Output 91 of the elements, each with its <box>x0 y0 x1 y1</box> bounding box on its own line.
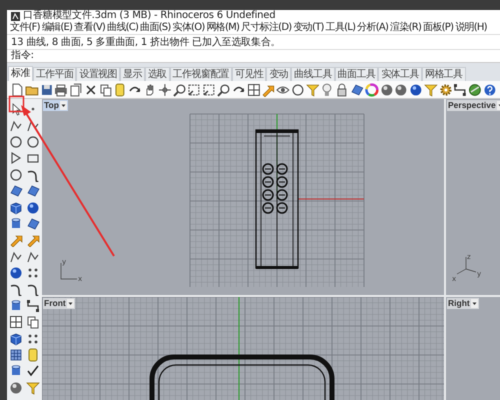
color-wheel-icon[interactable] <box>364 82 379 96</box>
toolbar-tab[interactable]: 变动 <box>266 67 292 81</box>
funnel-icon[interactable] <box>26 380 40 395</box>
toolbar-tab[interactable]: 工作平面 <box>32 67 76 81</box>
globe-icon[interactable] <box>468 82 482 96</box>
triangle-icon[interactable] <box>9 151 23 166</box>
crosshair-icon[interactable] <box>158 82 172 96</box>
command-prompt[interactable]: 指令: <box>11 50 34 62</box>
arrow-icon[interactable] <box>261 82 276 96</box>
curve-icon[interactable] <box>9 282 23 296</box>
bulb-icon[interactable] <box>320 82 334 96</box>
sphere-icon[interactable] <box>380 82 394 96</box>
menu-item[interactable]: 曲线(C) <box>106 22 140 34</box>
dropdown-icon[interactable] <box>66 299 74 308</box>
menu-item[interactable]: 查看(V) <box>73 22 106 34</box>
toolbar-tab[interactable]: 网格工具 <box>422 67 466 81</box>
quad-icon[interactable] <box>26 184 40 198</box>
toolbar-tab[interactable]: 实体工具 <box>378 67 422 81</box>
curve-icon[interactable] <box>26 282 40 296</box>
ball-icon[interactable] <box>26 200 40 215</box>
menu-item[interactable]: 曲面(S) <box>139 22 172 34</box>
viewport-tab[interactable]: Perspective <box>447 100 500 111</box>
toolbar-tab[interactable]: 曲线工具 <box>291 67 335 81</box>
mesh-icon[interactable] <box>9 348 23 362</box>
menu-item[interactable]: 面板(P) <box>422 22 454 34</box>
viewport-tab[interactable]: Right <box>447 298 479 309</box>
frame-icon[interactable] <box>202 82 216 96</box>
toolbar-tab[interactable]: 设置视图 <box>76 67 120 81</box>
grid-icon[interactable] <box>246 82 260 96</box>
quad-icon[interactable] <box>9 184 23 198</box>
arrow-icon[interactable] <box>9 233 23 248</box>
copy-icon[interactable] <box>98 82 112 96</box>
frame-icon[interactable] <box>187 82 202 96</box>
menu-item[interactable]: 工具(L) <box>324 22 356 34</box>
ball-icon[interactable] <box>9 266 23 280</box>
printer-icon[interactable] <box>54 82 68 96</box>
magnifier-icon[interactable] <box>216 82 231 96</box>
viewport-tab[interactable]: Front <box>43 298 75 309</box>
menu-item[interactable]: 尺寸标注(D) <box>240 22 292 34</box>
circle-icon[interactable] <box>290 82 305 96</box>
toolbar-tab[interactable]: 显示 <box>120 67 145 81</box>
sphere-icon[interactable] <box>394 82 408 96</box>
pages-icon[interactable] <box>69 82 83 96</box>
menu-item[interactable]: 渲染(R) <box>389 22 422 34</box>
cylinder-icon[interactable] <box>9 298 23 313</box>
polyline-icon[interactable] <box>26 250 40 264</box>
menu-item[interactable]: 分析(A) <box>356 22 390 34</box>
menu-item[interactable]: 变动(T) <box>292 22 325 34</box>
polyline-icon[interactable] <box>9 118 23 133</box>
help-icon[interactable] <box>483 82 497 96</box>
dots-icon[interactable] <box>26 266 40 280</box>
save-icon[interactable] <box>40 82 54 96</box>
checkmark-icon[interactable] <box>26 364 40 378</box>
toolbar-tab[interactable]: 可见性 <box>232 67 266 81</box>
lock-icon[interactable] <box>335 82 349 96</box>
circle-icon[interactable] <box>9 168 23 182</box>
cylinder-icon[interactable] <box>9 216 23 231</box>
ball-icon[interactable] <box>409 82 423 96</box>
menu-item[interactable]: 文件(F) <box>9 22 41 34</box>
circle-icon[interactable] <box>9 134 23 149</box>
connector-icon[interactable] <box>453 82 468 96</box>
cube-icon[interactable] <box>9 332 23 346</box>
quad-icon[interactable] <box>26 216 40 231</box>
dots-icon[interactable] <box>26 332 40 346</box>
menu-item[interactable]: 编辑(E) <box>40 22 74 34</box>
cube-icon[interactable] <box>9 200 23 215</box>
dropdown-icon[interactable] <box>470 299 478 308</box>
sphere-icon[interactable] <box>9 380 23 395</box>
menu-item[interactable]: 网格(M) <box>205 22 240 34</box>
circle-icon[interactable] <box>26 134 40 149</box>
polyline-icon[interactable] <box>9 250 23 264</box>
command-history-line: 13 曲线, 8 曲面, 5 多重曲面, 1 挤出物件 已加入至选取集合。 <box>11 37 280 49</box>
x-axis-line <box>298 198 364 200</box>
gear-icon[interactable] <box>438 82 452 96</box>
toolbar-tab[interactable]: 选取 <box>144 67 170 81</box>
clipboard-icon[interactable] <box>113 82 128 96</box>
copy-icon[interactable] <box>26 315 40 330</box>
connector-icon[interactable] <box>26 298 40 313</box>
menu-item[interactable]: 实体(O) <box>172 22 206 34</box>
highlight-frame <box>8 96 24 112</box>
toolbar-tab[interactable]: 曲面工具 <box>334 67 378 81</box>
cross-icon[interactable] <box>84 82 98 96</box>
arrow-icon[interactable] <box>26 233 40 248</box>
grid-icon[interactable] <box>9 315 23 330</box>
dropdown-icon[interactable] <box>60 101 67 110</box>
magnifier-icon[interactable] <box>172 82 186 96</box>
viewport-tab[interactable]: Top <box>43 100 68 111</box>
menu-item[interactable]: 说明(H) <box>454 22 488 34</box>
clipboard-icon[interactable] <box>26 348 40 362</box>
toolbar-tab[interactable]: 工作视窗配置 <box>170 67 232 81</box>
toolbar-tab[interactable]: 标准 <box>8 66 33 81</box>
